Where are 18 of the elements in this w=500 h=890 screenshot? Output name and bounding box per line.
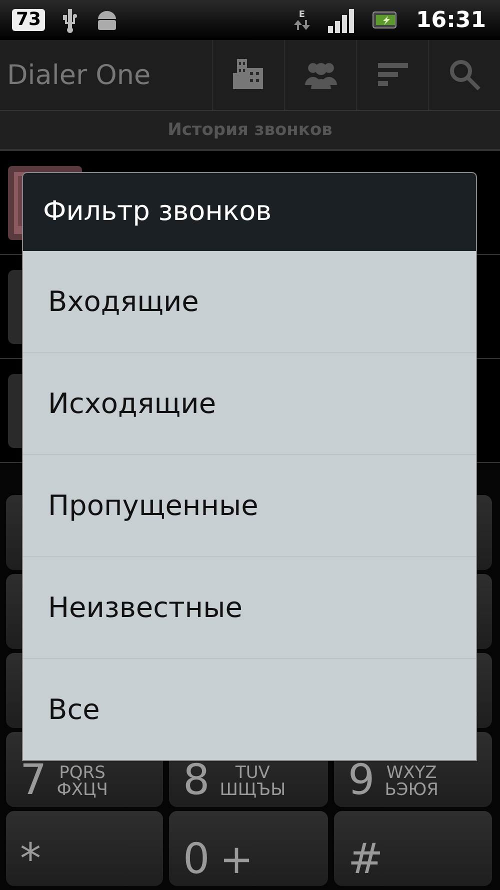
data-arrows-icon — [294, 20, 310, 30]
signal-icon — [328, 7, 354, 33]
menu-item[interactable]: Исходящие — [23, 353, 476, 455]
dialog-title: Фильтр звонков — [23, 173, 476, 251]
app-title: Dialer One — [6, 58, 152, 92]
building-icon — [232, 59, 264, 91]
network-type: E — [298, 10, 306, 20]
usb-icon — [63, 7, 78, 33]
dial-key[interactable]: * — [6, 811, 163, 886]
menu-item[interactable]: Неизвестные — [23, 557, 476, 659]
battery-icon — [372, 11, 398, 29]
notification-count: 73 — [12, 9, 46, 31]
clock: 16:31 — [416, 8, 486, 32]
search-icon — [448, 59, 480, 91]
dial-key[interactable]: 0 + — [169, 811, 328, 886]
menu-item[interactable]: Пропущенные — [23, 455, 476, 557]
menu-item[interactable]: Входящие — [23, 251, 476, 353]
dial-key[interactable]: # — [334, 811, 492, 886]
